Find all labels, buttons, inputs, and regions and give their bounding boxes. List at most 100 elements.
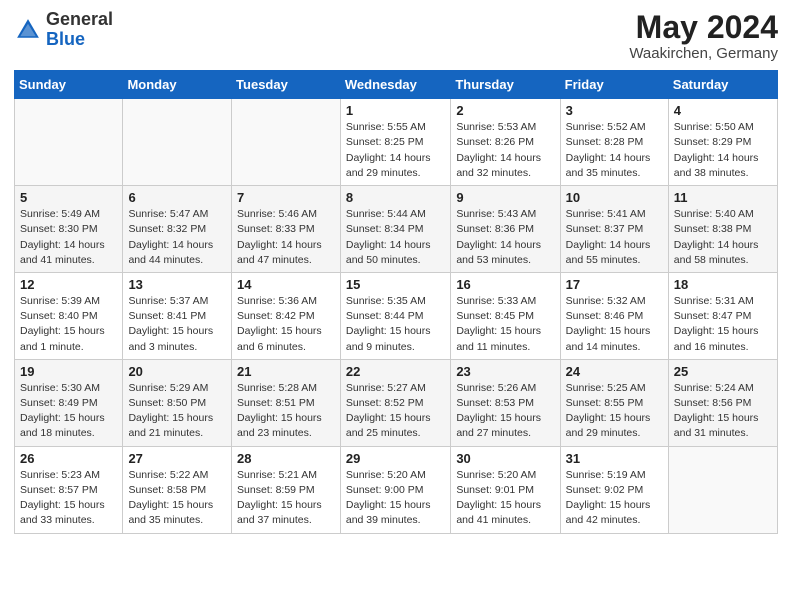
day-info: Sunrise: 5:21 AM Sunset: 8:59 PM Dayligh… xyxy=(237,468,335,529)
day-number: 29 xyxy=(346,451,445,466)
day-info: Sunrise: 5:55 AM Sunset: 8:25 PM Dayligh… xyxy=(346,120,445,181)
col-friday: Friday xyxy=(560,71,668,99)
calendar-week-row-4: 19 Sunrise: 5:30 AM Sunset: 8:49 PM Dayli… xyxy=(15,359,778,446)
calendar-cell: 24Sunrise: 5:25 AM Sunset: 8:55 PM Dayli… xyxy=(560,359,668,446)
header: General Blue May 2024 Waakirchen, German… xyxy=(14,10,778,62)
calendar-table: Sunday Monday Tuesday Wednesday Thursday… xyxy=(14,70,778,533)
day-number: 27 xyxy=(128,451,226,466)
day-info: Sunrise: 5:37 AM Sunset: 8:41 PM Dayligh… xyxy=(128,294,226,355)
calendar-cell: 12 Sunrise: 5:39 AM Sunset: 8:40 PM Dayli… xyxy=(15,272,123,359)
calendar-cell xyxy=(232,99,341,186)
day-info: Sunrise: 5:30 AM Sunset: 8:49 PM Dayligh… xyxy=(20,381,117,442)
calendar-cell: 15 Sunrise: 5:35 AM Sunset: 8:44 PM Dayli… xyxy=(340,272,450,359)
day-number: 7 xyxy=(237,190,335,205)
col-wednesday: Wednesday xyxy=(340,71,450,99)
day-info: Sunrise: 5:35 AM Sunset: 8:44 PM Dayligh… xyxy=(346,294,445,355)
col-tuesday: Tuesday xyxy=(232,71,341,99)
day-number: 6 xyxy=(128,190,226,205)
day-info: Sunrise: 5:24 AM Sunset: 8:56 PM Dayligh… xyxy=(674,381,772,442)
day-number: 16 xyxy=(456,277,554,292)
calendar-cell: 14Sunrise: 5:36 AM Sunset: 8:42 PM Dayli… xyxy=(232,272,341,359)
col-thursday: Thursday xyxy=(451,71,560,99)
day-info: Sunrise: 5:49 AM Sunset: 8:30 PM Dayligh… xyxy=(20,207,117,268)
day-info: Sunrise: 5:36 AM Sunset: 8:42 PM Dayligh… xyxy=(237,294,335,355)
calendar-week-row-3: 12 Sunrise: 5:39 AM Sunset: 8:40 PM Dayli… xyxy=(15,272,778,359)
title-block: May 2024 Waakirchen, Germany xyxy=(629,10,778,62)
calendar-cell: 9Sunrise: 5:43 AM Sunset: 8:36 PM Daylig… xyxy=(451,186,560,273)
calendar-cell: 4 Sunrise: 5:50 AM Sunset: 8:29 PM Daylig… xyxy=(668,99,777,186)
day-info: Sunrise: 5:44 AM Sunset: 8:34 PM Dayligh… xyxy=(346,207,445,268)
calendar-cell: 16Sunrise: 5:33 AM Sunset: 8:45 PM Dayli… xyxy=(451,272,560,359)
day-number: 3 xyxy=(566,103,663,118)
calendar-cell: 6 Sunrise: 5:47 AM Sunset: 8:32 PM Daylig… xyxy=(123,186,232,273)
calendar-cell: 5 Sunrise: 5:49 AM Sunset: 8:30 PM Daylig… xyxy=(15,186,123,273)
day-number: 5 xyxy=(20,190,117,205)
day-info: Sunrise: 5:31 AM Sunset: 8:47 PM Dayligh… xyxy=(674,294,772,355)
calendar-cell: 21Sunrise: 5:28 AM Sunset: 8:51 PM Dayli… xyxy=(232,359,341,446)
col-monday: Monday xyxy=(123,71,232,99)
day-number: 21 xyxy=(237,364,335,379)
location: Waakirchen, Germany xyxy=(629,45,778,62)
day-info: Sunrise: 5:41 AM Sunset: 8:37 PM Dayligh… xyxy=(566,207,663,268)
logo-general: General xyxy=(46,9,113,29)
day-number: 23 xyxy=(456,364,554,379)
month-year: May 2024 xyxy=(629,10,778,45)
day-number: 30 xyxy=(456,451,554,466)
day-number: 8 xyxy=(346,190,445,205)
calendar-cell xyxy=(15,99,123,186)
calendar-cell: 22 Sunrise: 5:27 AM Sunset: 8:52 PM Dayli… xyxy=(340,359,450,446)
day-info: Sunrise: 5:46 AM Sunset: 8:33 PM Dayligh… xyxy=(237,207,335,268)
day-number: 4 xyxy=(674,103,772,118)
page: General Blue May 2024 Waakirchen, German… xyxy=(0,0,792,612)
calendar-cell: 7 Sunrise: 5:46 AM Sunset: 8:33 PM Daylig… xyxy=(232,186,341,273)
day-info: Sunrise: 5:22 AM Sunset: 8:58 PM Dayligh… xyxy=(128,468,226,529)
day-info: Sunrise: 5:52 AM Sunset: 8:28 PM Dayligh… xyxy=(566,120,663,181)
calendar-header-row: Sunday Monday Tuesday Wednesday Thursday… xyxy=(15,71,778,99)
col-saturday: Saturday xyxy=(668,71,777,99)
day-number: 1 xyxy=(346,103,445,118)
day-info: Sunrise: 5:23 AM Sunset: 8:57 PM Dayligh… xyxy=(20,468,117,529)
calendar-cell: 11 Sunrise: 5:40 AM Sunset: 8:38 PM Dayli… xyxy=(668,186,777,273)
calendar-cell: 26Sunrise: 5:23 AM Sunset: 8:57 PM Dayli… xyxy=(15,446,123,533)
day-info: Sunrise: 5:26 AM Sunset: 8:53 PM Dayligh… xyxy=(456,381,554,442)
day-number: 22 xyxy=(346,364,445,379)
calendar-week-row-2: 5 Sunrise: 5:49 AM Sunset: 8:30 PM Daylig… xyxy=(15,186,778,273)
day-info: Sunrise: 5:39 AM Sunset: 8:40 PM Dayligh… xyxy=(20,294,117,355)
logo-icon xyxy=(14,16,42,44)
day-info: Sunrise: 5:20 AM Sunset: 9:01 PM Dayligh… xyxy=(456,468,554,529)
day-number: 13 xyxy=(128,277,226,292)
day-number: 12 xyxy=(20,277,117,292)
calendar-cell: 10 Sunrise: 5:41 AM Sunset: 8:37 PM Dayli… xyxy=(560,186,668,273)
day-info: Sunrise: 5:40 AM Sunset: 8:38 PM Dayligh… xyxy=(674,207,772,268)
day-info: Sunrise: 5:25 AM Sunset: 8:55 PM Dayligh… xyxy=(566,381,663,442)
day-number: 10 xyxy=(566,190,663,205)
day-info: Sunrise: 5:53 AM Sunset: 8:26 PM Dayligh… xyxy=(456,120,554,181)
col-sunday: Sunday xyxy=(15,71,123,99)
day-number: 11 xyxy=(674,190,772,205)
calendar-cell: 20 Sunrise: 5:29 AM Sunset: 8:50 PM Dayli… xyxy=(123,359,232,446)
day-number: 20 xyxy=(128,364,226,379)
calendar-cell: 1 Sunrise: 5:55 AM Sunset: 8:25 PM Daylig… xyxy=(340,99,450,186)
calendar-cell: 8 Sunrise: 5:44 AM Sunset: 8:34 PM Daylig… xyxy=(340,186,450,273)
logo-text: General Blue xyxy=(46,10,113,50)
calendar-cell: 29Sunrise: 5:20 AM Sunset: 9:00 PM Dayli… xyxy=(340,446,450,533)
calendar-cell: 19 Sunrise: 5:30 AM Sunset: 8:49 PM Dayli… xyxy=(15,359,123,446)
day-info: Sunrise: 5:27 AM Sunset: 8:52 PM Dayligh… xyxy=(346,381,445,442)
day-number: 19 xyxy=(20,364,117,379)
day-number: 15 xyxy=(346,277,445,292)
calendar-cell xyxy=(668,446,777,533)
logo: General Blue xyxy=(14,10,113,50)
day-number: 28 xyxy=(237,451,335,466)
calendar-cell: 2 Sunrise: 5:53 AM Sunset: 8:26 PM Daylig… xyxy=(451,99,560,186)
day-info: Sunrise: 5:43 AM Sunset: 8:36 PM Dayligh… xyxy=(456,207,554,268)
day-info: Sunrise: 5:47 AM Sunset: 8:32 PM Dayligh… xyxy=(128,207,226,268)
day-number: 18 xyxy=(674,277,772,292)
calendar-cell: 27 Sunrise: 5:22 AM Sunset: 8:58 PM Dayli… xyxy=(123,446,232,533)
calendar-cell: 25Sunrise: 5:24 AM Sunset: 8:56 PM Dayli… xyxy=(668,359,777,446)
calendar-cell: 28 Sunrise: 5:21 AM Sunset: 8:59 PM Dayli… xyxy=(232,446,341,533)
day-number: 17 xyxy=(566,277,663,292)
day-info: Sunrise: 5:29 AM Sunset: 8:50 PM Dayligh… xyxy=(128,381,226,442)
logo-blue: Blue xyxy=(46,29,85,49)
day-number: 2 xyxy=(456,103,554,118)
day-info: Sunrise: 5:50 AM Sunset: 8:29 PM Dayligh… xyxy=(674,120,772,181)
